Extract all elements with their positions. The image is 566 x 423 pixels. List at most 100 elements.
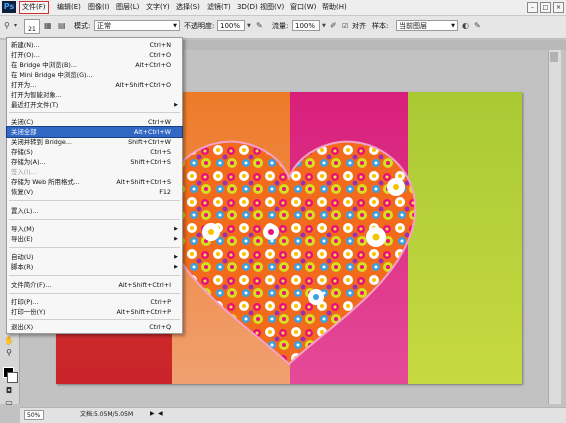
background-color-swatch[interactable] xyxy=(7,372,18,383)
menu-item-scripts[interactable]: 脚本(R) ▶ xyxy=(7,262,182,272)
menu-item-shortcut: Alt+Shift+Ctrl+I xyxy=(118,281,172,289)
menu-item-close-go-bridge[interactable]: 关闭并转到 Bridge... Shift+Ctrl+W xyxy=(7,137,182,147)
photoshop-logo: Ps xyxy=(2,1,16,13)
ignore-adjustment-icon[interactable]: ◐ xyxy=(462,21,469,31)
menu-layer[interactable]: 图层(L) xyxy=(114,2,141,13)
menu-bar: Ps 文件(F) 编辑(E) 图像(I) 图层(L) 文字(Y) 选择(S) 滤… xyxy=(0,0,566,16)
menu-item-label: 在 Bridge 中浏览(B)... xyxy=(11,61,77,69)
flow-input[interactable]: 100% xyxy=(292,20,320,31)
menu-item-import[interactable]: 导入(M) ▶ xyxy=(7,224,182,234)
menu-item-label: 关闭并转到 Bridge... xyxy=(11,138,72,146)
sample-select[interactable]: 当前图层 ▼ xyxy=(396,20,458,31)
screen-mode-icon[interactable]: ▭ xyxy=(4,398,14,408)
menu-item-file-info[interactable]: 文件简介(F)... Alt+Shift+Ctrl+I xyxy=(7,280,182,290)
clone-source-icon[interactable]: ▤ xyxy=(58,21,66,31)
menu-select[interactable]: 选择(S) xyxy=(174,2,202,13)
mode-value: 正常 xyxy=(97,22,111,30)
pressure-opacity-icon[interactable]: ✎ xyxy=(256,21,263,31)
menu-window[interactable]: 窗口(W) xyxy=(288,2,318,13)
mode-select[interactable]: 正常 ▼ xyxy=(94,20,180,31)
opacity-input[interactable]: 100% xyxy=(217,20,245,31)
menu-item-save-for-web[interactable]: 存储为 Web 所用格式... Alt+Shift+Ctrl+S xyxy=(7,177,182,187)
menu-item-save-as[interactable]: 存储为(A)... Shift+Ctrl+S xyxy=(7,157,182,167)
menu-item-label: 自动(U) xyxy=(11,253,34,261)
airbrush-icon[interactable]: ✐ xyxy=(330,21,337,31)
menu-item-shortcut: Ctrl+N xyxy=(149,41,171,49)
menu-item-label: 导出(E) xyxy=(11,235,33,243)
submenu-arrow-icon: ▶ xyxy=(174,236,178,242)
menu-separator xyxy=(9,293,180,294)
maximize-icon[interactable]: □ xyxy=(540,2,551,13)
menu-item-new[interactable]: 新建(N)... Ctrl+N xyxy=(7,40,182,50)
menu-item-automate[interactable]: 自动(U) ▶ xyxy=(7,252,182,262)
menu-item-browse-bridge[interactable]: 在 Bridge 中浏览(B)... Alt+Ctrl+O xyxy=(7,60,182,70)
menu-item-shortcut: Ctrl+P xyxy=(150,298,171,306)
stamp-tool-icon[interactable]: ⚲ xyxy=(4,21,10,31)
menu-edit[interactable]: 编辑(E) xyxy=(55,2,83,13)
menu-item-close[interactable]: 关闭(C) Ctrl+W xyxy=(7,117,182,127)
menu-item-close-all[interactable]: 关闭全部 Alt+Ctrl+W xyxy=(6,126,183,138)
menu-type[interactable]: 文字(Y) xyxy=(144,2,172,13)
chevron-down-icon[interactable]: ▾ xyxy=(14,21,17,31)
vertical-scrollbar[interactable] xyxy=(548,50,561,404)
menu-view[interactable]: 视图(V) xyxy=(258,2,286,13)
quick-mask-icon[interactable]: ◘ xyxy=(4,386,14,396)
brush-preset-picker[interactable]: 21 xyxy=(24,19,40,34)
zoom-field[interactable]: 50% xyxy=(24,410,44,420)
menu-image[interactable]: 图像(I) xyxy=(86,2,112,13)
menu-item-shortcut: Ctrl+W xyxy=(147,118,171,126)
menu-item-label: 存储(S) xyxy=(11,148,33,156)
zoom-tool-icon[interactable]: ⚲ xyxy=(4,348,14,358)
menu-separator xyxy=(9,275,180,276)
menu-filter[interactable]: 滤镜(T) xyxy=(205,2,233,13)
menu-item-label: 存储为(A)... xyxy=(11,158,46,166)
menu-file[interactable]: 文件(F) xyxy=(19,1,49,14)
sample-label: 样本: xyxy=(372,22,389,30)
menu-help[interactable]: 帮助(H) xyxy=(320,2,349,13)
menu-item-recent-files[interactable]: 最近打开文件(T) ▶ xyxy=(7,100,182,110)
brush-panel-icon[interactable]: ▦ xyxy=(44,21,52,31)
menu-item-shortcut: Alt+Ctrl+W xyxy=(133,128,171,136)
menu-item-browse-mini-bridge[interactable]: 在 Mini Bridge 中浏览(G)... xyxy=(7,70,182,80)
menu-item-print[interactable]: 打印(P)... Ctrl+P xyxy=(7,297,182,307)
menu-item-label: 打开为智能对象... xyxy=(11,91,62,99)
submenu-arrow-icon: ▶ xyxy=(174,254,178,260)
chevron-down-icon: ▼ xyxy=(451,23,455,29)
menu-item-label: 退出(X) xyxy=(11,323,34,331)
hand-tool-icon[interactable]: ✋ xyxy=(4,336,14,346)
chevron-left-icon[interactable]: ◀ xyxy=(158,410,163,417)
menu-3d[interactable]: 3D(D) xyxy=(235,2,260,13)
opacity-label: 不透明度: xyxy=(184,22,215,30)
scrollbar-thumb[interactable] xyxy=(550,52,558,62)
chevron-right-icon[interactable]: ▶ xyxy=(150,410,155,417)
menu-item-revert[interactable]: 恢复(V) F12 xyxy=(7,187,182,197)
menu-item-exit[interactable]: 退出(X) Ctrl+Q xyxy=(7,322,182,332)
pressure-size-icon[interactable]: ✎ xyxy=(474,21,481,31)
menu-item-label: 导入(M) xyxy=(11,225,35,233)
menu-separator xyxy=(9,200,180,201)
menu-item-place[interactable]: 置入(L)... xyxy=(7,206,182,216)
aligned-checkbox[interactable]: ☑ xyxy=(342,21,348,31)
menu-item-label: 关闭全部 xyxy=(11,128,37,136)
chevron-down-icon: ▼ xyxy=(173,23,177,29)
menu-item-open-smart-object[interactable]: 打开为智能对象... xyxy=(7,90,182,100)
chevron-down-icon[interactable]: ▼ xyxy=(322,21,326,31)
close-icon[interactable]: × xyxy=(553,2,564,13)
menu-item-shortcut: Alt+Shift+Ctrl+P xyxy=(116,308,171,316)
file-menu: 新建(N)... Ctrl+N 打开(O)... Ctrl+O 在 Bridge 中… xyxy=(6,37,183,334)
menu-item-label: 在 Mini Bridge 中浏览(G)... xyxy=(11,71,93,79)
menu-item-open-as[interactable]: 打开为... Alt+Shift+Ctrl+O xyxy=(7,80,182,90)
submenu-arrow-icon: ▶ xyxy=(174,102,178,108)
menu-item-label: 关闭(C) xyxy=(11,118,34,126)
menu-item-label: 最近打开文件(T) xyxy=(11,101,59,109)
menu-item-check-in: 签入(I)... xyxy=(7,167,182,177)
minimize-icon[interactable]: – xyxy=(527,2,538,13)
menu-item-export[interactable]: 导出(E) ▶ xyxy=(7,234,182,244)
menu-item-open[interactable]: 打开(O)... Ctrl+O xyxy=(7,50,182,60)
menu-item-label: 恢复(V) xyxy=(11,188,34,196)
chevron-down-icon[interactable]: ▼ xyxy=(247,21,251,31)
menu-item-label: 打印(P)... xyxy=(11,298,39,306)
menu-item-print-one-copy[interactable]: 打印一份(Y) Alt+Shift+Ctrl+P xyxy=(7,307,182,317)
menu-item-shortcut: Ctrl+S xyxy=(150,148,171,156)
menu-item-save[interactable]: 存储(S) Ctrl+S xyxy=(7,147,182,157)
